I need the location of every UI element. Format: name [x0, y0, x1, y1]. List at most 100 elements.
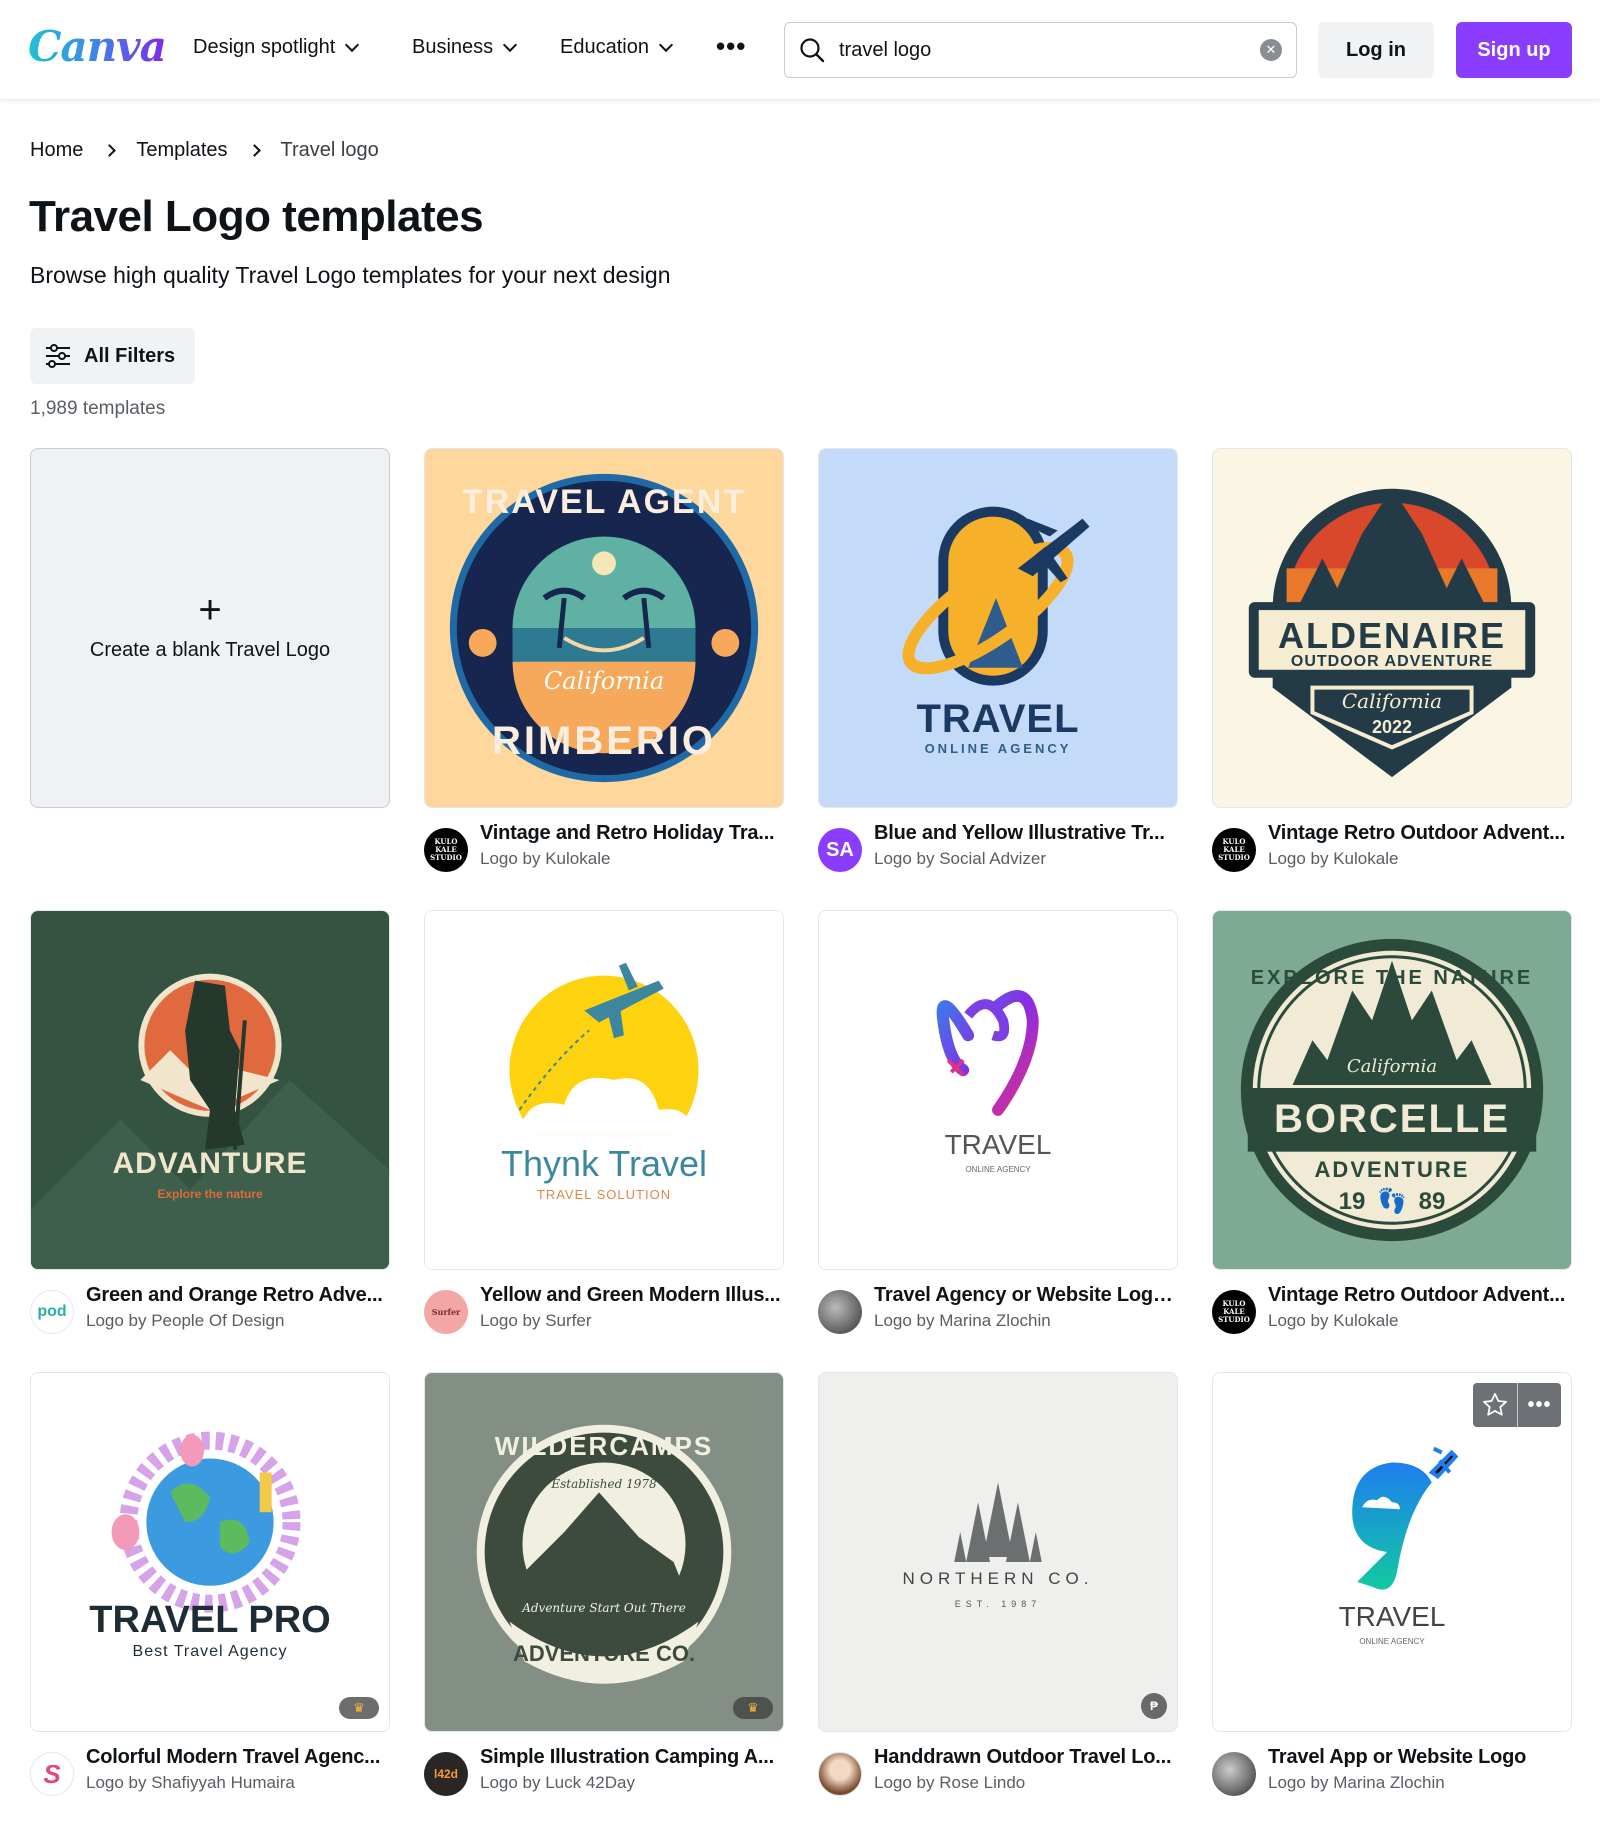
- premium-crown-icon: ♛: [339, 1697, 379, 1719]
- author-avatar[interactable]: S: [30, 1752, 74, 1796]
- search-icon: [800, 38, 825, 63]
- page-title: Travel Logo templates: [29, 192, 484, 241]
- template-author[interactable]: Logo by Luck 42Day: [480, 1773, 774, 1793]
- author-avatar[interactable]: l42d: [424, 1752, 468, 1796]
- template-title[interactable]: Yellow and Green Modern Illus...: [480, 1284, 780, 1307]
- template-thumbnail[interactable]: NORTHERN CO. EST. 1987 ₱: [818, 1372, 1178, 1732]
- template-title[interactable]: Travel App or Website Logo: [1268, 1746, 1526, 1769]
- author-avatar[interactable]: KULO KALE STUDIO: [1212, 828, 1256, 872]
- template-title[interactable]: Vintage Retro Outdoor Advent...: [1268, 1284, 1565, 1307]
- template-author[interactable]: Logo by Rose Lindo: [874, 1773, 1171, 1793]
- author-avatar[interactable]: Surfer: [424, 1290, 468, 1334]
- template-title[interactable]: Vintage Retro Outdoor Advent...: [1268, 822, 1565, 845]
- template-meta: S Colorful Modern Travel Agenc... Logo b…: [30, 1746, 390, 1802]
- template-meta: l42d Simple Illustration Camping A... Lo…: [424, 1746, 784, 1802]
- create-blank-button[interactable]: + Create a blank Travel Logo: [30, 448, 390, 808]
- art-sub-text: OUTDOOR ADVENTURE: [1290, 653, 1494, 670]
- log-in-button[interactable]: Log in: [1318, 22, 1434, 78]
- canva-logo[interactable]: Canva: [28, 22, 167, 71]
- template-thumbnail[interactable]: ADVANTURE Explore the nature: [30, 910, 390, 1270]
- template-author[interactable]: Logo by Marina Zlochin: [1268, 1773, 1526, 1793]
- template-meta: SA Blue and Yellow Illustrative Tr... Lo…: [818, 822, 1178, 878]
- art-year-left: 19: [1338, 1188, 1366, 1215]
- paid-content-icon: ₱: [1141, 1693, 1167, 1719]
- breadcrumb: Home Templates Travel logo: [30, 139, 379, 162]
- pine-trees-art: [954, 1482, 1042, 1562]
- nav-design-spotlight[interactable]: Design spotlight: [193, 36, 360, 59]
- template-card[interactable]: EXPLORE THE NATURE California BORCELLE A…: [1212, 910, 1572, 1372]
- template-thumbnail[interactable]: TRAVEL ONLINE AGENCY: [818, 448, 1178, 808]
- template-thumbnail[interactable]: TRAVEL AGENT California RIMBERIO: [424, 448, 784, 808]
- search-input[interactable]: [839, 23, 1239, 77]
- template-card[interactable]: TRAVEL PRO Best Travel Agency ♛ S Colorf…: [30, 1372, 390, 1831]
- author-avatar[interactable]: [818, 1290, 862, 1334]
- author-avatar[interactable]: KULO KALE STUDIO: [1212, 1290, 1256, 1334]
- more-horizontal-icon[interactable]: •••: [716, 33, 746, 59]
- star-favorite-icon[interactable]: [1473, 1383, 1517, 1427]
- template-card[interactable]: TRAVEL ONLINE AGENCY SA Blue and Yellow …: [818, 448, 1178, 910]
- breadcrumb-home[interactable]: Home: [30, 139, 83, 162]
- nav-education[interactable]: Education: [560, 36, 674, 59]
- template-title[interactable]: Blue and Yellow Illustrative Tr...: [874, 822, 1165, 845]
- template-card[interactable]: TRAVEL AGENT California RIMBERIO KULO KA…: [424, 448, 784, 910]
- template-card[interactable]: TRAVEL ONLINE AGENCY Travel Agency or We…: [818, 910, 1178, 1372]
- author-avatar[interactable]: KULO KALE STUDIO: [424, 828, 468, 872]
- art-script-text: California: [1341, 689, 1443, 713]
- art-main-text: TRAVEL PRO: [89, 1599, 331, 1641]
- template-title[interactable]: Vintage and Retro Holiday Tra...: [480, 822, 774, 845]
- template-card[interactable]: WILDERCAMPS Established 1978 Adventure S…: [424, 1372, 784, 1831]
- author-avatar[interactable]: [818, 1752, 862, 1796]
- template-author[interactable]: Logo by Kulokale: [480, 849, 774, 869]
- template-card[interactable]: ADVANTURE Explore the nature pod Green a…: [30, 910, 390, 1372]
- template-thumbnail[interactable]: Thynk Travel TRAVEL SOLUTION: [424, 910, 784, 1270]
- template-thumbnail[interactable]: ALDENAIRE OUTDOOR ADVENTURE California 2…: [1212, 448, 1572, 808]
- template-title[interactable]: Colorful Modern Travel Agenc...: [86, 1746, 380, 1769]
- art-year-right: 89: [1418, 1188, 1446, 1215]
- template-card[interactable]: TRAVEL ONLINE AGENCY ••• Travel App or W…: [1212, 1372, 1572, 1831]
- template-title[interactable]: Handdrawn Outdoor Travel Lo...: [874, 1746, 1171, 1769]
- template-author[interactable]: Logo by Surfer: [480, 1311, 780, 1331]
- card-hover-actions: •••: [1473, 1383, 1561, 1427]
- template-thumbnail[interactable]: TRAVEL ONLINE AGENCY: [818, 910, 1178, 1270]
- create-blank-card[interactable]: + Create a blank Travel Logo: [30, 448, 390, 910]
- template-count: 1,989 templates: [30, 398, 166, 419]
- template-meta: Travel App or Website Logo Logo by Marin…: [1212, 1746, 1572, 1802]
- art-top-text: WILDERCAMPS: [494, 1431, 714, 1461]
- template-thumbnail[interactable]: EXPLORE THE NATURE California BORCELLE A…: [1212, 910, 1572, 1270]
- nav-business[interactable]: Business: [412, 36, 518, 59]
- author-avatar[interactable]: SA: [818, 828, 862, 872]
- art-sub-text: Best Travel Agency: [132, 1643, 288, 1660]
- search-box: ✕: [784, 22, 1297, 78]
- template-author[interactable]: Logo by Marina Zlochin: [874, 1311, 1178, 1331]
- breadcrumb-current: Travel logo: [280, 139, 379, 161]
- author-avatar[interactable]: [1212, 1752, 1256, 1796]
- art-top-text: EXPLORE THE NATURE: [1250, 967, 1534, 989]
- template-card[interactable]: ALDENAIRE OUTDOOR ADVENTURE California 2…: [1212, 448, 1572, 910]
- template-title[interactable]: Green and Orange Retro Adve...: [86, 1284, 383, 1307]
- template-card[interactable]: NORTHERN CO. EST. 1987 ₱ Handdrawn Outdo…: [818, 1372, 1178, 1831]
- template-author[interactable]: Logo by Kulokale: [1268, 849, 1565, 869]
- page-subtitle: Browse high quality Travel Logo template…: [30, 262, 671, 288]
- art-year-text: 2022: [1371, 717, 1413, 737]
- template-author[interactable]: Logo by Shafiyyah Humaira: [86, 1773, 380, 1793]
- template-author[interactable]: Logo by People Of Design: [86, 1311, 383, 1331]
- all-filters-button[interactable]: All Filters: [30, 328, 195, 384]
- template-thumbnail[interactable]: WILDERCAMPS Established 1978 Adventure S…: [424, 1372, 784, 1732]
- art-sub-text: ONLINE AGENCY: [965, 1165, 1031, 1174]
- clear-search-icon[interactable]: ✕: [1260, 39, 1282, 61]
- template-title[interactable]: Travel Agency or Website Logo...: [874, 1284, 1178, 1307]
- more-options-icon[interactable]: •••: [1517, 1383, 1561, 1427]
- breadcrumb-templates[interactable]: Templates: [136, 139, 227, 162]
- template-author[interactable]: Logo by Kulokale: [1268, 1311, 1565, 1331]
- template-meta: pod Green and Orange Retro Adve... Logo …: [30, 1284, 390, 1340]
- art-main-text: TRAVEL: [916, 697, 1080, 741]
- template-grid: + Create a blank Travel Logo TRAVEL AGEN…: [30, 448, 1572, 1831]
- hiker-art: [31, 973, 389, 1269]
- template-card[interactable]: Thynk Travel TRAVEL SOLUTION Surfer Yell…: [424, 910, 784, 1372]
- author-avatar[interactable]: pod: [30, 1290, 74, 1334]
- template-thumbnail[interactable]: TRAVEL ONLINE AGENCY •••: [1212, 1372, 1572, 1732]
- template-author[interactable]: Logo by Social Advizer: [874, 849, 1165, 869]
- template-title[interactable]: Simple Illustration Camping A...: [480, 1746, 774, 1769]
- template-thumbnail[interactable]: TRAVEL PRO Best Travel Agency ♛: [30, 1372, 390, 1732]
- sign-up-button[interactable]: Sign up: [1456, 22, 1572, 78]
